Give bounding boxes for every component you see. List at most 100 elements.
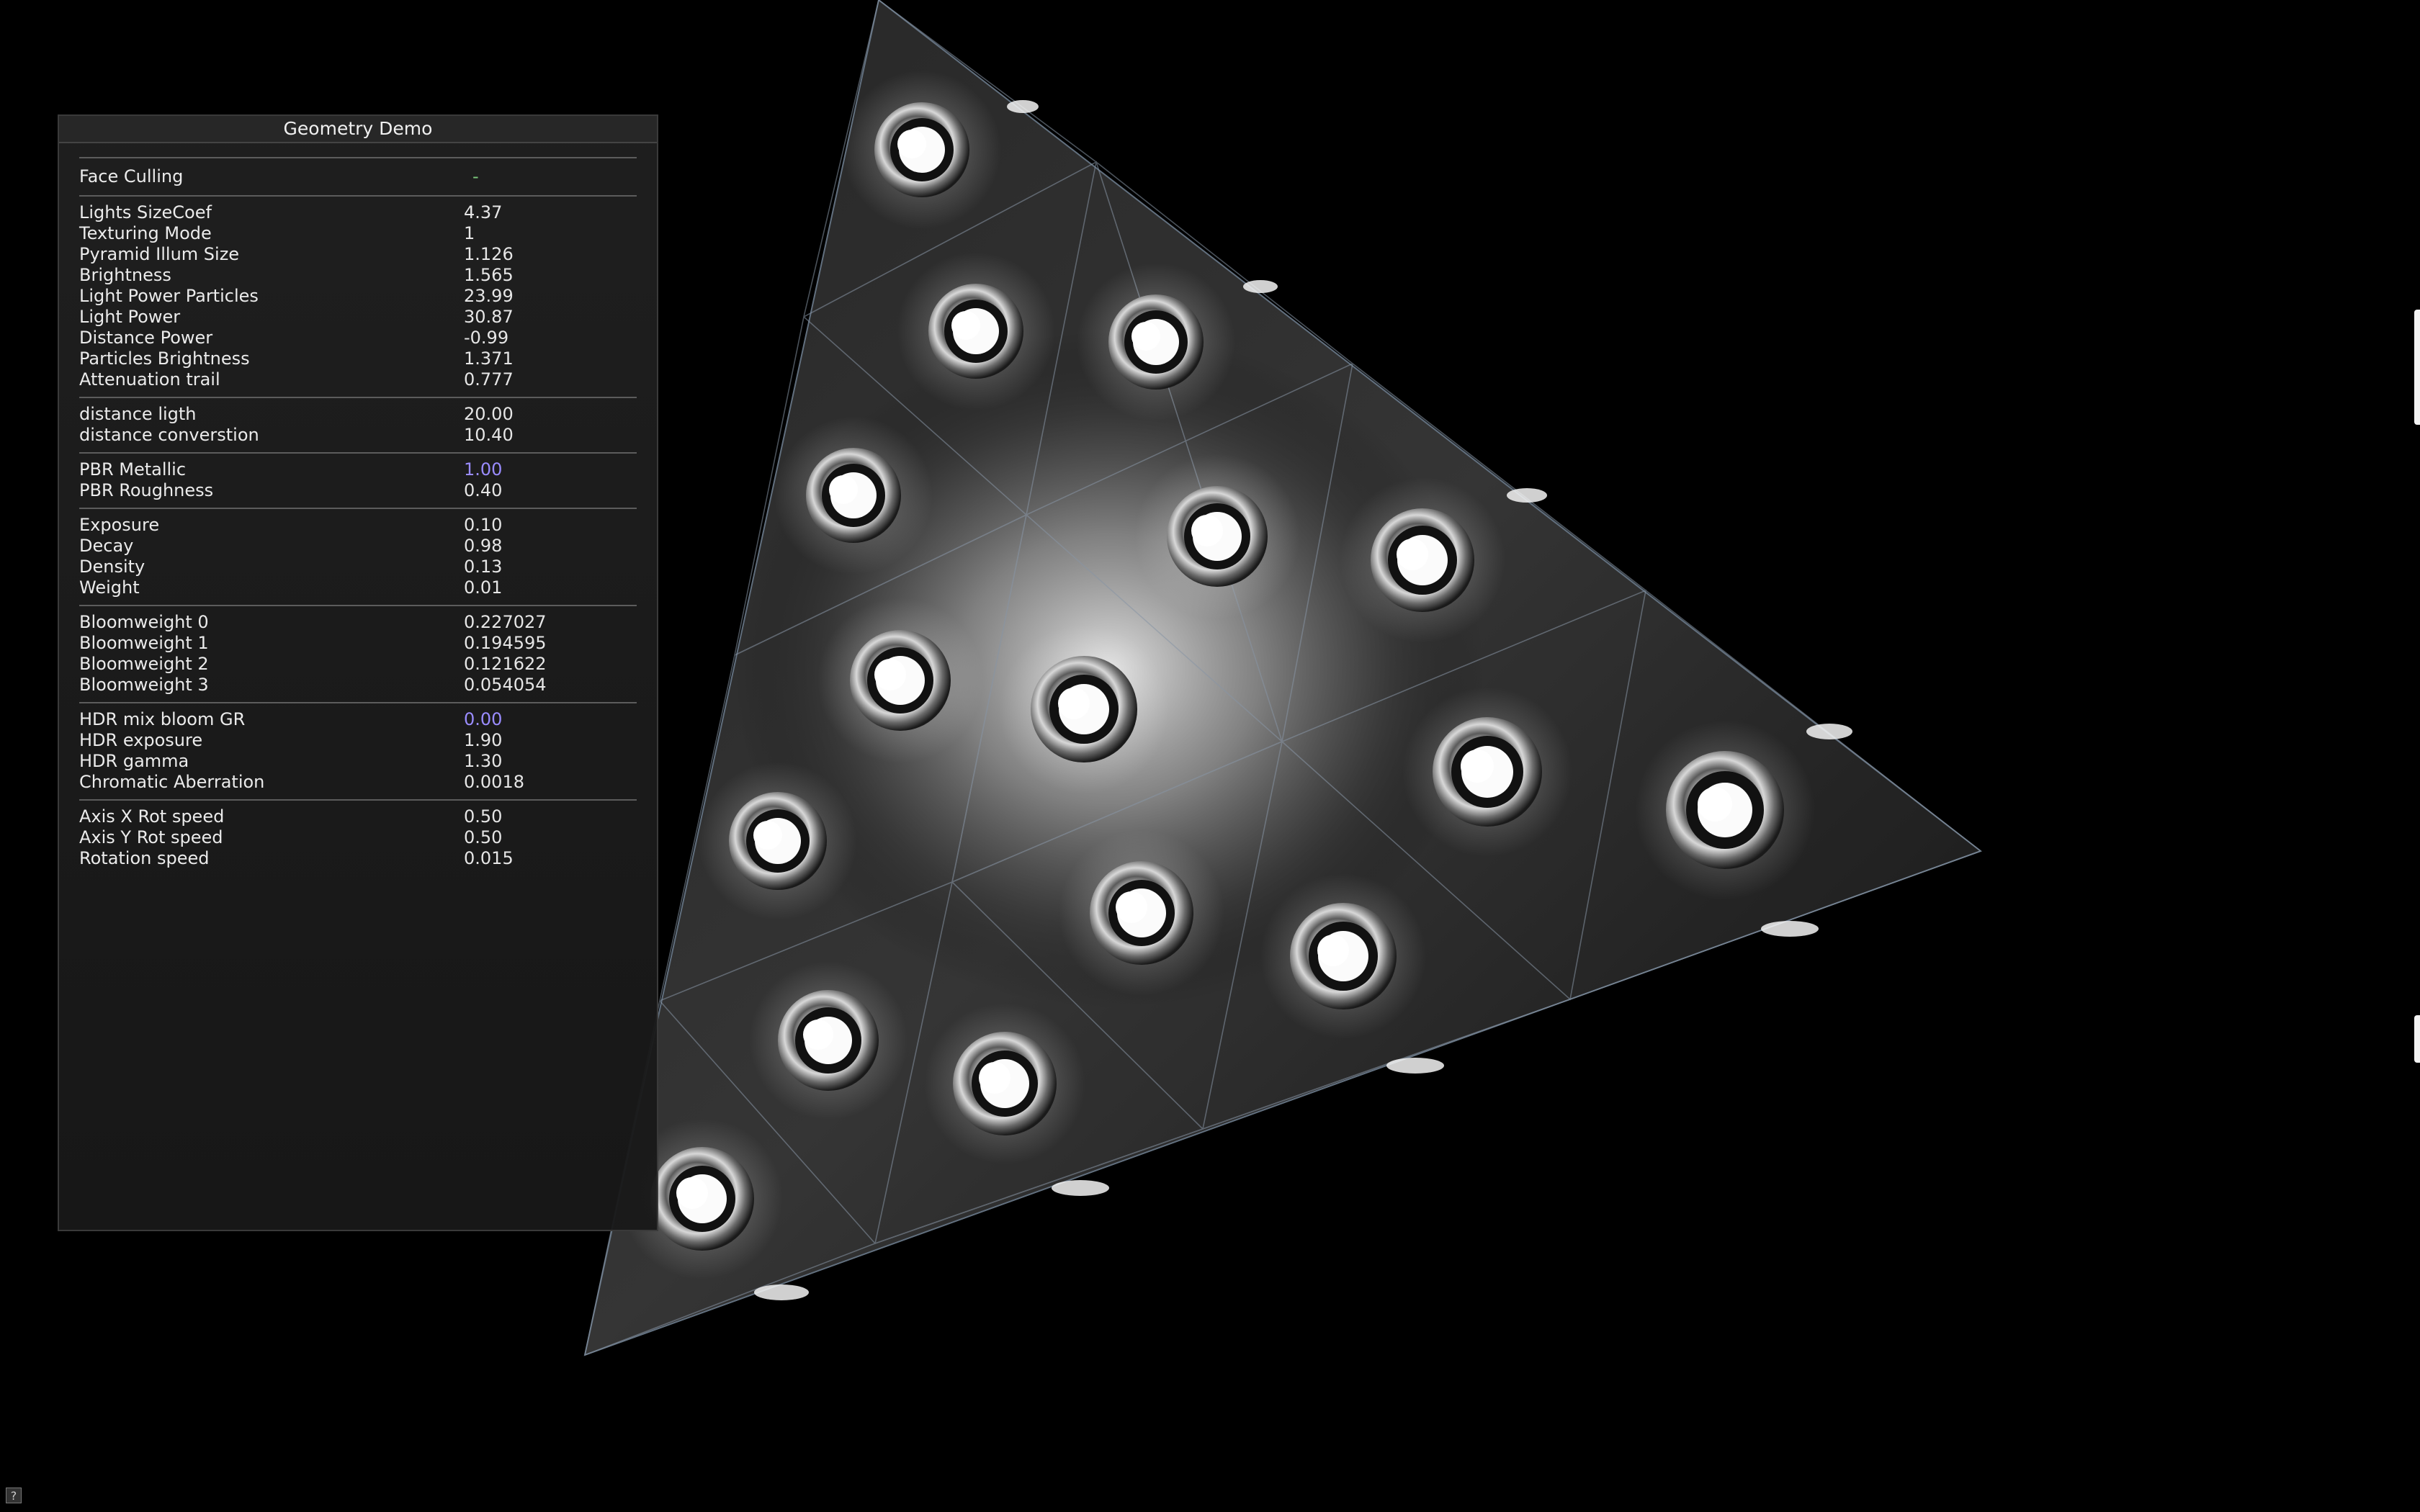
- param-label: Decay: [79, 536, 134, 556]
- group-separator: [79, 452, 637, 454]
- help-icon[interactable]: ?: [6, 1488, 22, 1503]
- edge-marker-top: [2414, 310, 2420, 425]
- param-value[interactable]: 1.90: [464, 730, 502, 751]
- param-row[interactable]: Brightness 1.565: [79, 265, 637, 286]
- param-value[interactable]: 0.0018: [464, 772, 524, 793]
- param-value[interactable]: 0.01: [464, 577, 502, 598]
- param-row[interactable]: Attenuation trail 0.777: [79, 369, 637, 390]
- param-row[interactable]: Texturing Mode 1: [79, 223, 637, 244]
- param-label: Bloomweight 3: [79, 675, 209, 695]
- group-separator: [79, 508, 637, 509]
- param-row[interactable]: Distance Power -0.99: [79, 328, 637, 348]
- param-row[interactable]: distance ligth 20.00: [79, 404, 637, 425]
- param-label: HDR exposure: [79, 730, 203, 750]
- param-row[interactable]: PBR Roughness 0.40: [79, 480, 637, 501]
- param-value[interactable]: 1.565: [464, 265, 514, 286]
- param-label: Pyramid Illum Size: [79, 244, 240, 264]
- param-label: Exposure: [79, 515, 160, 535]
- group-separator: [79, 702, 637, 703]
- param-label: Brightness: [79, 265, 171, 285]
- param-value[interactable]: 0.13: [464, 557, 502, 577]
- param-label: PBR Metallic: [79, 459, 187, 480]
- group-separator: [79, 605, 637, 606]
- param-row[interactable]: Bloomweight 2 0.121622: [79, 654, 637, 675]
- group-separator: [79, 157, 637, 158]
- param-value[interactable]: 4.37: [464, 202, 502, 223]
- param-label: PBR Roughness: [79, 480, 214, 500]
- group-separator: [79, 397, 637, 398]
- param-value[interactable]: 1: [464, 223, 475, 244]
- param-row[interactable]: PBR Metallic 1.00: [79, 459, 637, 480]
- param-row[interactable]: Density 0.13: [79, 557, 637, 577]
- param-label: Chromatic Aberration: [79, 772, 265, 792]
- param-label: Axis Y Rot speed: [79, 827, 223, 847]
- param-label: HDR gamma: [79, 751, 189, 771]
- param-row[interactable]: distance converstion 10.40: [79, 425, 637, 446]
- param-value[interactable]: 1.371: [464, 348, 514, 369]
- param-value[interactable]: 0.015: [464, 848, 514, 869]
- param-label: Attenuation trail: [79, 369, 220, 390]
- group-separator: [79, 799, 637, 801]
- param-label: Lights SizeCoef: [79, 202, 212, 222]
- param-label: Distance Power: [79, 328, 213, 348]
- param-label: Light Power: [79, 307, 181, 327]
- param-label: distance converstion: [79, 425, 259, 445]
- param-value[interactable]: -: [464, 164, 479, 189]
- param-value[interactable]: -0.99: [464, 328, 508, 348]
- param-value[interactable]: 0.054054: [464, 675, 547, 696]
- param-label: Rotation speed: [79, 848, 210, 868]
- param-value[interactable]: 0.50: [464, 827, 502, 848]
- param-label: Axis X Rot speed: [79, 806, 225, 827]
- param-row[interactable]: Bloomweight 3 0.054054: [79, 675, 637, 696]
- group-separator: [79, 195, 637, 197]
- panel-body: Face Culling - Lights SizeCoef 4.37 Texturin…: [59, 143, 657, 869]
- param-value[interactable]: 0.777: [464, 369, 514, 390]
- param-row[interactable]: Particles Brightness 1.371: [79, 348, 637, 369]
- param-value[interactable]: 0.40: [464, 480, 502, 501]
- param-value[interactable]: 10.40: [464, 425, 514, 446]
- param-row[interactable]: Pyramid Illum Size 1.126: [79, 244, 637, 265]
- param-row[interactable]: Weight 0.01: [79, 577, 637, 598]
- param-row[interactable]: Bloomweight 1 0.194595: [79, 633, 637, 654]
- param-value[interactable]: 0.00: [464, 709, 502, 730]
- param-row[interactable]: Chromatic Aberration 0.0018: [79, 772, 637, 793]
- param-label: Bloomweight 0: [79, 612, 209, 632]
- param-label: Bloomweight 1: [79, 633, 209, 653]
- param-label: Face Culling: [79, 166, 184, 186]
- param-row[interactable]: Decay 0.98: [79, 536, 637, 557]
- param-row[interactable]: Axis X Rot speed 0.50: [79, 806, 637, 827]
- settings-panel[interactable]: Geometry Demo Face Culling - Lights SizeCo…: [58, 114, 658, 1231]
- param-value[interactable]: 1.126: [464, 244, 514, 265]
- param-value[interactable]: 30.87: [464, 307, 514, 328]
- param-value[interactable]: 0.121622: [464, 654, 547, 675]
- param-row[interactable]: Light Power Particles 23.99: [79, 286, 637, 307]
- param-label: Density: [79, 557, 145, 577]
- param-row[interactable]: Exposure 0.10: [79, 515, 637, 536]
- param-row[interactable]: Lights SizeCoef 4.37: [79, 202, 637, 223]
- param-label: distance ligth: [79, 404, 197, 424]
- param-row[interactable]: Axis Y Rot speed 0.50: [79, 827, 637, 848]
- param-row[interactable]: Bloomweight 0 0.227027: [79, 612, 637, 633]
- param-row[interactable]: Face Culling -: [79, 164, 637, 189]
- edge-marker-bottom: [2414, 1015, 2420, 1063]
- param-row[interactable]: Rotation speed 0.015: [79, 848, 637, 869]
- param-row[interactable]: Light Power 30.87: [79, 307, 637, 328]
- param-label: Light Power Particles: [79, 286, 259, 306]
- param-label: Texturing Mode: [79, 223, 212, 243]
- param-label: Weight: [79, 577, 140, 598]
- param-label: Bloomweight 2: [79, 654, 209, 674]
- param-value[interactable]: 1.30: [464, 751, 502, 772]
- param-value[interactable]: 0.50: [464, 806, 502, 827]
- param-row[interactable]: HDR gamma 1.30: [79, 751, 637, 772]
- param-value[interactable]: 20.00: [464, 404, 514, 425]
- param-value[interactable]: 0.10: [464, 515, 502, 536]
- panel-title[interactable]: Geometry Demo: [59, 116, 657, 143]
- param-value[interactable]: 0.98: [464, 536, 502, 557]
- param-row[interactable]: HDR exposure 1.90: [79, 730, 637, 751]
- param-row[interactable]: HDR mix bloom GR 0.00: [79, 709, 637, 730]
- param-value[interactable]: 23.99: [464, 286, 514, 307]
- param-value[interactable]: 1.00: [464, 459, 502, 480]
- param-value[interactable]: 0.194595: [464, 633, 547, 654]
- param-value[interactable]: 0.227027: [464, 612, 547, 633]
- param-label: HDR mix bloom GR: [79, 709, 246, 729]
